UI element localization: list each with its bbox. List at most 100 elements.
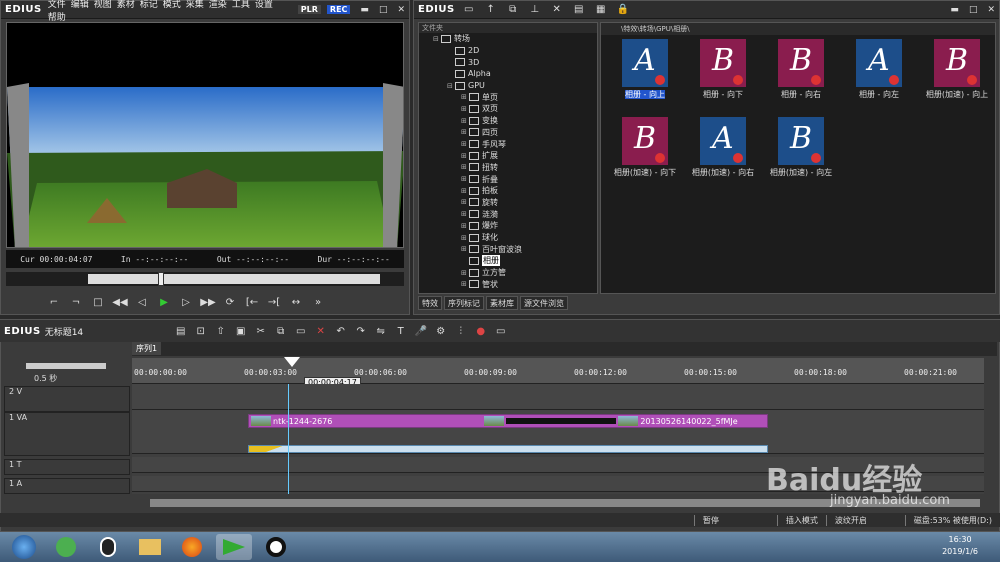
copy-icon[interactable]: ⧉	[505, 2, 521, 18]
tree-item[interactable]: ⊞ 管状	[419, 278, 597, 290]
paste-clip-icon[interactable]: ▭	[293, 323, 309, 339]
track-2v[interactable]	[132, 384, 984, 410]
transition-thumb[interactable]: B 相册(加速) - 向左	[763, 117, 839, 178]
bin-tab[interactable]: 特效	[418, 296, 442, 310]
delete-icon[interactable]: ✕	[549, 2, 565, 18]
more-icon[interactable]: »	[310, 294, 326, 310]
tree-item[interactable]: ⊞ 折叠	[419, 173, 597, 185]
tree-item[interactable]: ⊞ 球化	[419, 232, 597, 244]
tree-item[interactable]: 2D	[419, 45, 597, 57]
menu-item[interactable]: 帮助	[48, 13, 66, 23]
loop-icon[interactable]: ⟳	[222, 294, 238, 310]
video-clip[interactable]: ntk-1244-2676 20130526140022_5fMJe	[248, 414, 768, 428]
transition-thumb[interactable]: A 相册 - 向上	[607, 39, 683, 100]
expand-icon[interactable]: ⊞	[461, 234, 469, 242]
scrub-bar[interactable]	[6, 272, 404, 286]
rec-button[interactable]: REC	[326, 5, 351, 14]
expand-icon[interactable]: ⊞	[461, 117, 469, 125]
bin-minimize-icon[interactable]: ▬	[950, 5, 959, 15]
paste-icon[interactable]: ⊥	[527, 2, 543, 18]
tree-item[interactable]: ⊞ 变换	[419, 115, 597, 127]
transition-thumb[interactable]: B 相册(加速) - 向上	[919, 39, 995, 100]
expand-icon[interactable]: ⊞	[461, 128, 469, 136]
split-icon[interactable]: ↔	[288, 294, 304, 310]
transition-icon[interactable]: ⇋	[373, 323, 389, 339]
menu-item[interactable]: 视图	[94, 0, 112, 10]
menu-item[interactable]: 渲染	[209, 0, 227, 10]
menu-item[interactable]: 文件	[48, 0, 66, 10]
folder-icon[interactable]: ▭	[461, 2, 477, 18]
tree-item[interactable]: Alpha	[419, 68, 597, 80]
explorer-icon[interactable]	[132, 534, 168, 560]
recorder-icon[interactable]	[258, 534, 294, 560]
tree-item[interactable]: 3D	[419, 56, 597, 68]
expand-icon[interactable]: ⊞	[461, 245, 469, 253]
scrub-handle[interactable]	[158, 272, 164, 286]
insert-icon[interactable]: [←	[244, 294, 260, 310]
title-icon[interactable]: T	[393, 323, 409, 339]
menu-item[interactable]: 编辑	[71, 0, 89, 10]
expand-icon[interactable]: ⊞	[461, 198, 469, 206]
expand-icon[interactable]: ⊟	[433, 35, 441, 43]
capture-icon[interactable]: ⊡	[193, 323, 209, 339]
bin-tab[interactable]: 序列标记	[444, 296, 484, 310]
close-icon[interactable]: ✕	[397, 5, 405, 15]
scrub-track[interactable]	[88, 274, 380, 284]
overwrite-icon[interactable]: →[	[266, 294, 282, 310]
audio-clip[interactable]	[248, 445, 768, 453]
bin-tab[interactable]: 素材库	[486, 296, 518, 310]
menu-item[interactable]: 素材	[117, 0, 135, 10]
expand-icon[interactable]: ⊞	[461, 140, 469, 148]
expand-icon[interactable]: ⊞	[461, 269, 469, 277]
tree-item[interactable]: ⊞ 旋转	[419, 197, 597, 209]
menu-item[interactable]: 标记	[140, 0, 158, 10]
play-icon[interactable]: ▶	[156, 294, 172, 310]
expand-icon[interactable]: ⊞	[461, 280, 469, 288]
qq-icon[interactable]	[90, 534, 126, 560]
step-back-icon[interactable]: ◁	[134, 294, 150, 310]
cut-icon[interactable]: ✂	[253, 323, 269, 339]
expand-icon[interactable]: ⊞	[461, 152, 469, 160]
expand-icon[interactable]: ⊞	[461, 187, 469, 195]
expand-icon[interactable]: ⊞	[461, 163, 469, 171]
time-ruler[interactable]: 00:00:00:00 00:00:03:00 00:00:06:00 00:00:0…	[132, 358, 984, 384]
edius-taskbar-icon[interactable]	[216, 534, 252, 560]
plr-button[interactable]: PLR	[297, 5, 321, 14]
menu-item[interactable]: 设置	[255, 0, 273, 10]
view-icon[interactable]: ▦	[593, 2, 609, 18]
mixer-icon[interactable]: ⫶	[453, 323, 469, 339]
start-button[interactable]	[6, 534, 42, 560]
undo-icon[interactable]: ↶	[333, 323, 349, 339]
tree-item[interactable]: ⊞ 立方管	[419, 267, 597, 279]
rewind-icon[interactable]: ◀◀	[112, 294, 128, 310]
delete-clip-icon[interactable]: ✕	[313, 323, 329, 339]
expand-icon[interactable]: ⊞	[461, 222, 469, 230]
step-forward-icon[interactable]: ▷	[178, 294, 194, 310]
transition-thumb[interactable]: B 相册 - 向下	[685, 39, 761, 100]
stop-icon[interactable]: □	[90, 294, 106, 310]
tree-item[interactable]: ⊞ 扩展	[419, 150, 597, 162]
properties-icon[interactable]: ▤	[571, 2, 587, 18]
app-green-icon[interactable]	[48, 534, 84, 560]
render-icon[interactable]: ⚙	[433, 323, 449, 339]
transition-thumb[interactable]: B 相册 - 向右	[763, 39, 839, 100]
bin-maximize-icon[interactable]: □	[969, 5, 978, 15]
firefox-icon[interactable]	[174, 534, 210, 560]
menu-item[interactable]: 模式	[163, 0, 181, 10]
expand-icon[interactable]: ⊞	[461, 105, 469, 113]
track-header-1t[interactable]: 1 T	[4, 459, 130, 475]
tree-item[interactable]: ⊞ 涟漪	[419, 208, 597, 220]
layout-icon[interactable]: ▭	[493, 323, 509, 339]
menu-item[interactable]: 采集	[186, 0, 204, 10]
fast-forward-icon[interactable]: ▶▶	[200, 294, 216, 310]
redo-icon[interactable]: ↷	[353, 323, 369, 339]
set-out-icon[interactable]: ¬	[68, 294, 84, 310]
tree-item[interactable]: ⊞ 扭转	[419, 162, 597, 174]
expand-icon[interactable]: ⊞	[461, 210, 469, 218]
transition-thumb[interactable]: A 相册 - 向左	[841, 39, 917, 100]
bin-tab[interactable]: 源文件浏览	[520, 296, 568, 310]
tree-item[interactable]: ⊞ 拍板	[419, 185, 597, 197]
mic-icon[interactable]: 🎤	[413, 323, 429, 339]
tree-item[interactable]: ⊞ 百叶窗波浪	[419, 243, 597, 255]
tree-item[interactable]: ⊞ 单页	[419, 91, 597, 103]
